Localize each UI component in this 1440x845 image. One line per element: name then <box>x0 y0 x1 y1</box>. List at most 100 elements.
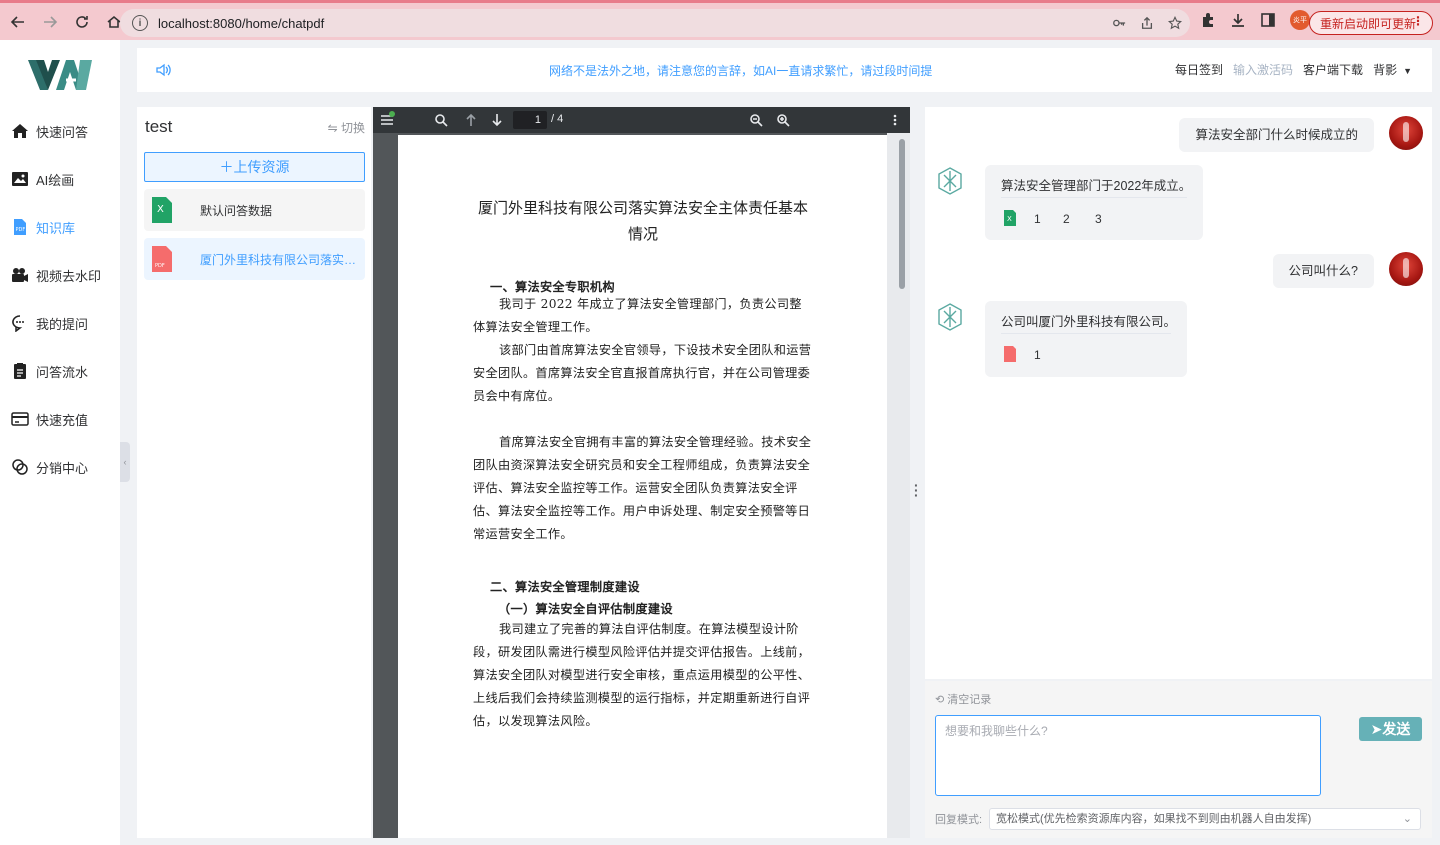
clear-label: 清空记录 <box>947 694 992 706</box>
excel-file-icon: X <box>1004 210 1016 226</box>
checkin-link[interactable]: 每日签到 <box>1175 61 1223 78</box>
file-name: 厦门外里科技有限公司落实算法安全主体责任基本情况 <box>200 252 358 267</box>
file-item[interactable]: X 默认问答数据 <box>144 189 365 231</box>
pdf-toolbar: 1 / 4 <box>373 107 910 133</box>
share-page-icon[interactable] <box>1140 16 1154 30</box>
sidebar-item-label: 视频去水印 <box>36 268 102 284</box>
reference-link[interactable]: 1 <box>1034 212 1041 226</box>
knowledge-base-title: test <box>145 117 173 136</box>
pdf-subsection-heading: （一）算法安全自评估制度建设 <box>498 602 673 616</box>
send-button[interactable]: ➤ 发送 <box>1359 717 1422 741</box>
bot-message: 算法安全管理部门于2022年成立。 X 1 2 3 <box>985 165 1203 240</box>
update-button[interactable]: 重新启动即可更新 ⋮ <box>1309 11 1433 35</box>
arrow-up-icon[interactable] <box>464 113 478 127</box>
reference-link[interactable]: 2 <box>1063 212 1070 226</box>
divider <box>1001 197 1187 198</box>
forward-icon[interactable] <box>36 8 64 36</box>
share-icon <box>10 457 30 477</box>
activation-link[interactable]: 输入激活码 <box>1233 61 1293 78</box>
user-message: 算法安全部门什么时候成立的 <box>1179 118 1374 152</box>
credit-card-icon <box>10 409 30 429</box>
download-link[interactable]: 客户端下载 <box>1303 61 1363 78</box>
page-number-input[interactable]: 1 <box>513 111 547 129</box>
sidebar-item-distribution[interactable]: 分销中心 <box>10 455 88 479</box>
bot-message: 公司叫厦门外里科技有限公司。 1 <box>985 301 1187 377</box>
arrow-down-icon[interactable] <box>490 113 504 127</box>
sidebar-item-label: AI绘画 <box>36 172 75 188</box>
site-info-icon[interactable]: i <box>132 15 148 31</box>
upload-button[interactable]: ＋ 上传资源 <box>144 152 365 182</box>
sidebar-item-recharge[interactable]: 快速充值 <box>10 407 88 431</box>
chat-input[interactable]: 想要和我聊些什么? <box>935 715 1321 796</box>
user-avatar <box>1389 252 1423 286</box>
pdf-section-heading: 二、算法安全管理制度建设 <box>490 580 640 594</box>
sidebar: 快速问答 AI绘画 PDF 知识库 视频去水印 我的提问 问答流水 快速充值 分… <box>0 40 120 845</box>
user-menu[interactable]: 背影 ▼ <box>1373 61 1412 78</box>
more-vert-icon: ⋮ <box>1412 14 1424 28</box>
svg-text:PDF: PDF <box>155 263 165 269</box>
pdf-paragraph: 首席算法安全官拥有丰富的算法安全管理经验。技术安全团队由资深算法安全研究员和安全… <box>473 435 812 541</box>
reference-link[interactable]: 3 <box>1095 212 1102 226</box>
top-header: 网络不是法外之地，请注意您的言辞，如AI一直请求繁忙，请过段时间提 每日签到 输… <box>137 48 1432 92</box>
user-avatar <box>1389 116 1423 150</box>
sidebar-item-ai-drawing[interactable]: AI绘画 <box>10 167 74 191</box>
browser-toolbar: i localhost:8080/home/chatpdf 炎平 重新启动即可更… <box>0 0 1440 40</box>
key-icon[interactable] <box>1112 16 1126 30</box>
divider <box>1001 333 1171 334</box>
video-camera-icon <box>10 265 30 285</box>
reply-mode-select[interactable]: 宽松模式(优先检索资源库内容，如果找不到则由机器人自由发挥) ⌄ <box>989 808 1421 830</box>
clear-icon: ⟲ <box>935 694 948 706</box>
pdf-file-icon <box>1004 346 1016 362</box>
pdf-title: 厦门外里科技有限公司落实算法安全主体责任基本情况 <box>477 199 808 243</box>
search-icon[interactable] <box>434 113 448 127</box>
pdf-paragraph: 我司于 2022 年成立了算法安全管理部门，负责公司整体算法安全管理工作。 <box>473 297 802 334</box>
sidebar-item-knowledge[interactable]: PDF 知识库 <box>10 215 75 239</box>
chat-area: 算法安全部门什么时候成立的 算法安全管理部门于2022年成立。 X 1 2 3 … <box>925 107 1432 679</box>
sidebar-item-video-watermark[interactable]: 视频去水印 <box>10 263 101 287</box>
sidebar-item-qa-flow[interactable]: 问答流水 <box>10 359 88 383</box>
download-icon[interactable] <box>1230 12 1246 28</box>
chat-bubble-icon <box>10 313 30 333</box>
clear-history-button[interactable]: ⟲ 清空记录 <box>935 691 991 707</box>
bot-logo-icon <box>938 303 962 331</box>
sidepanel-icon[interactable] <box>1260 12 1276 28</box>
file-item[interactable]: PDF 厦门外里科技有限公司落实算法安全主体责任基本情况 <box>144 238 365 280</box>
bot-answer: 算法安全管理部门于2022年成立。 <box>1001 179 1192 193</box>
switch-button[interactable]: ⇋ 切换 <box>328 119 365 136</box>
panel-resize-handle[interactable]: · · · <box>914 478 919 502</box>
reply-mode-label: 回复模式: <box>935 814 983 826</box>
bookmark-star-icon[interactable] <box>1168 16 1182 30</box>
zoom-out-icon[interactable] <box>749 113 763 127</box>
sidebar-collapse-handle[interactable]: ‹ <box>120 442 130 482</box>
zoom-in-icon[interactable] <box>776 113 790 127</box>
reference-link[interactable]: 1 <box>1034 348 1041 362</box>
profile-avatar[interactable]: 炎平 <box>1290 10 1310 30</box>
bot-logo-icon <box>938 167 962 195</box>
pdf-scrollbar-thumb[interactable] <box>899 139 905 289</box>
ai-logo <box>28 60 92 90</box>
page-total: / 4 <box>551 113 564 125</box>
upload-label: 上传资源 <box>233 159 290 175</box>
send-plane-icon: ➤ <box>1370 720 1383 737</box>
file-name: 默认问答数据 <box>200 203 273 218</box>
sidebar-item-label: 问答流水 <box>36 364 89 380</box>
svg-text:PDF: PDF <box>16 227 26 233</box>
sidebar-item-my-questions[interactable]: 我的提问 <box>10 311 88 335</box>
extensions-icon[interactable] <box>1200 12 1216 28</box>
more-vert-icon[interactable] <box>888 113 902 127</box>
send-label: 发送 <box>1382 721 1411 737</box>
svg-text:X: X <box>157 204 164 215</box>
user-message: 公司叫什么? <box>1272 254 1374 288</box>
svg-text:X: X <box>1007 215 1012 223</box>
address-bar[interactable]: i localhost:8080/home/chatpdf <box>120 9 1190 37</box>
chat-input-area: ⟲ 清空记录 想要和我聊些什么? ➤ 发送 回复模式: 宽松模式(优先检索资源库… <box>925 681 1432 838</box>
bot-answer: 公司叫厦门外里科技有限公司。 <box>1001 315 1177 329</box>
image-icon <box>10 169 30 189</box>
sidebar-item-label: 快速充值 <box>36 412 89 428</box>
back-icon[interactable] <box>4 8 32 36</box>
chevron-down-icon: ⌄ <box>1402 813 1412 825</box>
sidebar-item-quick-qa[interactable]: 快速问答 <box>10 119 88 143</box>
sidebar-item-label: 快速问答 <box>36 124 89 140</box>
reload-icon[interactable] <box>68 8 96 36</box>
user-name: 背影 <box>1373 63 1398 77</box>
